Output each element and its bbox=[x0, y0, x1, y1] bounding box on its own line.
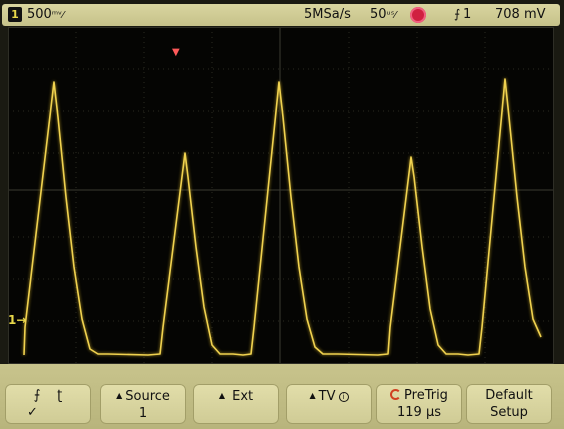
trigger-level[interactable]: 708 mV bbox=[495, 7, 546, 22]
trigger-position-marker: ▼ bbox=[172, 47, 180, 58]
softkey-bar: ⨍ ʈ ✓ ▲ Source 1 ▲ Ext ▲ TV i PreTrig 119 µ… bbox=[0, 364, 564, 429]
stop-indicator-icon[interactable] bbox=[410, 7, 426, 23]
waveform-display: ▼ 1→ 1↓ ← bbox=[8, 27, 562, 385]
rising-slope-icon: ⨍ bbox=[33, 388, 41, 403]
entry-knob-icon bbox=[390, 389, 402, 400]
source-value: 1 bbox=[138, 406, 148, 421]
rising-edge-icon: ⨍ bbox=[454, 7, 461, 21]
graticule bbox=[8, 27, 554, 364]
time-per-div[interactable]: 50ᵘˢ⁄ bbox=[370, 7, 396, 22]
source-label: Source bbox=[125, 389, 170, 404]
sample-rate: 5MSa/s bbox=[304, 7, 351, 22]
tv-softkey[interactable]: ▲ TV i bbox=[286, 384, 372, 424]
up-triangle-icon: ▲ bbox=[309, 391, 316, 400]
default-setup-line2: Setup bbox=[490, 405, 528, 420]
channel-badge[interactable]: 1 bbox=[8, 7, 22, 22]
status-bar: 1 500ᵐᵛ⁄ 5MSa/s 50ᵘˢ⁄ ⨍ 1 708 mV bbox=[2, 4, 560, 26]
tv-label: TV bbox=[318, 389, 336, 404]
channel-offset-marker[interactable]: 1→ bbox=[8, 313, 26, 327]
slope-softkey[interactable]: ⨍ ʈ ✓ bbox=[5, 384, 91, 424]
ext-label: Ext bbox=[232, 389, 254, 404]
check-icon: ✓ bbox=[27, 405, 38, 420]
up-triangle-icon: ▲ bbox=[116, 391, 123, 400]
pretrig-softkey[interactable]: PreTrig 119 µs bbox=[376, 384, 462, 424]
volts-per-div[interactable]: 500ᵐᵛ⁄ bbox=[27, 7, 64, 22]
default-setup-softkey[interactable]: Default Setup bbox=[466, 384, 552, 424]
default-setup-line1: Default bbox=[485, 388, 533, 403]
info-icon: i bbox=[338, 392, 349, 402]
pretrig-label: PreTrig bbox=[404, 388, 448, 403]
ext-softkey[interactable]: ▲ Ext bbox=[193, 384, 279, 424]
waveform-trace bbox=[23, 78, 542, 356]
pretrig-value: 119 µs bbox=[397, 405, 441, 420]
source-softkey[interactable]: ▲ Source 1 bbox=[100, 384, 186, 424]
up-triangle-icon: ▲ bbox=[218, 391, 225, 400]
trigger-channel: 1 bbox=[463, 7, 472, 22]
falling-slope-icon: ʈ bbox=[57, 388, 63, 403]
